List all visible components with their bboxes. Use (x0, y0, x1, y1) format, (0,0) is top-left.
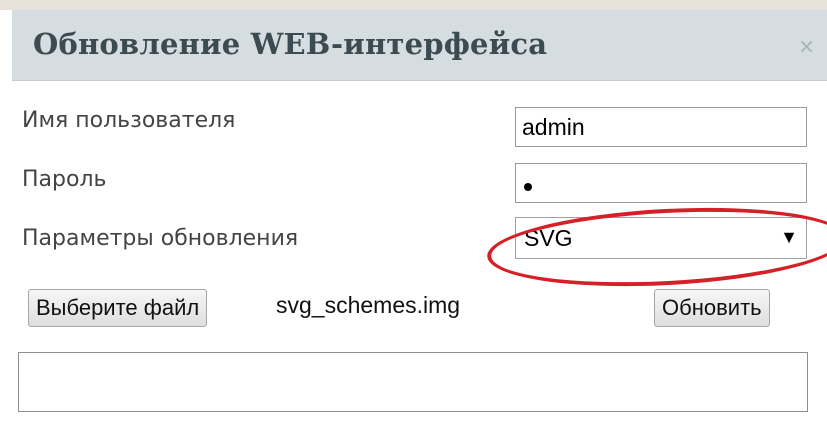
username-input[interactable]: admin (515, 107, 807, 147)
status-output-box (18, 352, 808, 412)
selected-file-name: svg_schemes.img (276, 292, 461, 318)
username-label: Имя пользователя (22, 108, 236, 133)
close-icon[interactable]: × (798, 34, 815, 58)
update-params-label: Параметры обновления (22, 226, 299, 251)
background-strip (0, 0, 827, 10)
choose-file-button[interactable]: Выберите файл (28, 289, 208, 327)
dialog-title: Обновление WEB-интерфейса (33, 27, 548, 61)
update-button[interactable]: Обновить (654, 289, 770, 327)
password-mask-dot (524, 183, 532, 191)
dialog-title-bar: Обновление WEB-интерфейса × (12, 10, 827, 81)
update-params-selected-value: SVG (524, 225, 573, 251)
chevron-down-icon: ▼ (780, 227, 798, 247)
password-label: Пароль (22, 167, 107, 192)
update-params-select[interactable]: SVG ▼ (515, 217, 807, 259)
password-input[interactable] (515, 163, 807, 203)
